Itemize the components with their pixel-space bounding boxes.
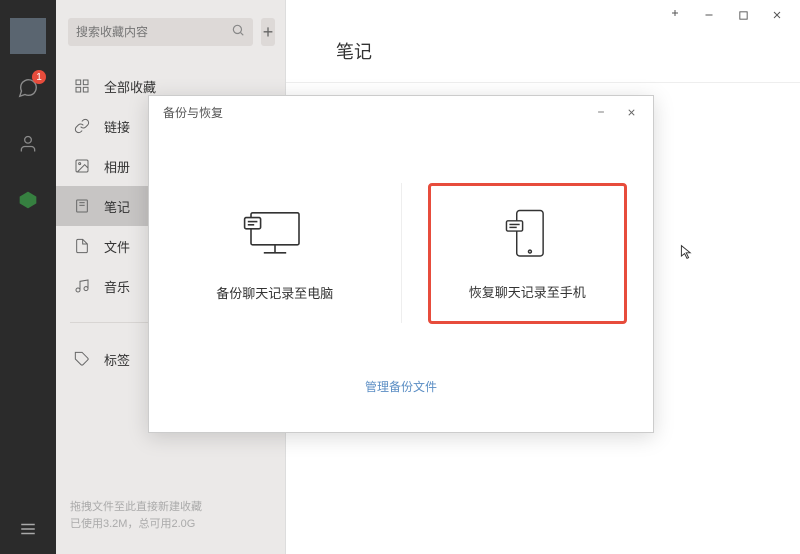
menu-nav[interactable] (0, 520, 56, 538)
page-title: 笔记 (286, 30, 800, 83)
cursor-icon (679, 244, 695, 265)
option-label: 备份聊天记录至电脑 (216, 283, 333, 302)
minimize-button[interactable] (694, 2, 724, 28)
leftbar: 1 (0, 0, 56, 554)
manage-backup-link[interactable]: 管理备份文件 (365, 380, 437, 394)
search-icon (231, 23, 245, 42)
category-label: 全部收藏 (104, 77, 156, 96)
category-label: 笔记 (104, 197, 130, 216)
option-label: 恢复聊天记录至手机 (469, 282, 586, 301)
monitor-icon (243, 205, 307, 259)
backup-restore-modal: 备份与恢复 备份聊天记录至电脑 (148, 95, 654, 433)
pin-button[interactable] (660, 2, 690, 28)
modal-title: 备份与恢复 (163, 104, 223, 121)
add-button[interactable]: + (261, 18, 275, 46)
favorites-nav[interactable] (0, 178, 56, 222)
category-label: 音乐 (104, 277, 130, 296)
titlebar (286, 0, 800, 30)
search-input[interactable] (68, 18, 253, 46)
backup-to-pc-option[interactable]: 备份聊天记录至电脑 (149, 128, 401, 378)
chat-badge: 1 (32, 70, 46, 84)
chat-nav[interactable]: 1 (0, 66, 56, 110)
modal-minimize-button[interactable] (589, 100, 613, 124)
category-label: 链接 (104, 117, 130, 136)
phone-icon (505, 206, 549, 262)
category-label: 文件 (104, 237, 130, 256)
restore-to-phone-option[interactable]: 恢复聊天记录至手机 (428, 183, 627, 324)
avatar[interactable] (10, 18, 46, 54)
close-button[interactable] (762, 2, 792, 28)
category-label: 相册 (104, 157, 130, 176)
storage-hint: 拖拽文件至此直接新建收藏 已使用3.2M，总可用2.0G (70, 499, 202, 534)
maximize-button[interactable] (728, 2, 758, 28)
modal-close-button[interactable] (619, 100, 643, 124)
contacts-nav[interactable] (0, 122, 56, 166)
category-label: 标签 (104, 350, 130, 369)
